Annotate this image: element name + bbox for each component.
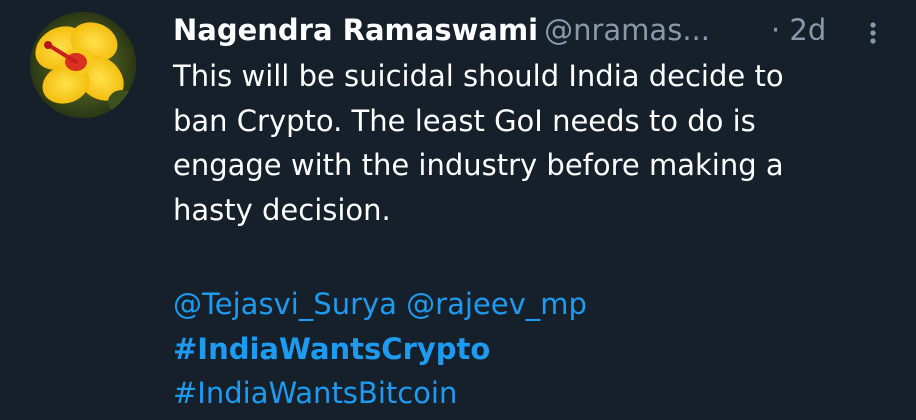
mention-link[interactable]: @Tejasvi_Surya	[173, 287, 397, 321]
tweet-card[interactable]: Nagendra Ramaswami @nramas... · 2d This w…	[0, 0, 916, 420]
tweet-text-line: engage with the industry before making a	[173, 148, 784, 182]
tweet-links: @Tejasvi_Surya @rajeev_mp #IndiaWantsCry…	[173, 282, 873, 416]
more-vertical-icon[interactable]	[861, 18, 885, 48]
hashtag-link[interactable]: #IndiaWantsCrypto	[173, 332, 490, 366]
tweet-text-line: ban Crypto. The least GoI needs to do is	[173, 103, 756, 138]
tweet-text-line: hasty decision.	[173, 192, 391, 227]
display-name[interactable]: Nagendra Ramaswami	[173, 13, 538, 47]
tweet-text-line: This will be suicidal should India decid…	[173, 59, 784, 93]
hashtag-line: #IndiaWantsBitcoin	[173, 371, 873, 416]
tweet-text: This will be suicidal should India decid…	[173, 54, 873, 232]
hashtag-link[interactable]: #IndiaWantsBitcoin	[173, 376, 457, 410]
tweet-header: Nagendra Ramaswami @nramas... · 2d	[173, 8, 893, 52]
user-handle[interactable]: @nramas...	[544, 13, 710, 47]
avatar[interactable]	[30, 12, 136, 118]
hashtag-line: #IndiaWantsCrypto	[173, 327, 873, 372]
timestamp[interactable]: · 2d	[771, 8, 826, 52]
mentions-line: @Tejasvi_Surya @rajeev_mp	[173, 282, 873, 327]
mention-link[interactable]: @rajeev_mp	[406, 287, 587, 321]
